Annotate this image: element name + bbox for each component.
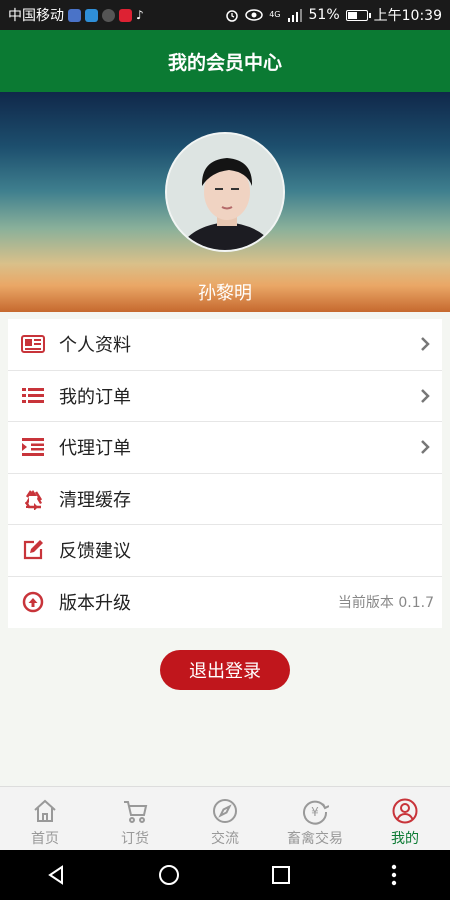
profile-card-icon bbox=[21, 332, 45, 356]
nav-label: 首页 bbox=[31, 831, 59, 847]
nav-item-home[interactable]: 首页 bbox=[0, 787, 90, 850]
nav-label: 订货 bbox=[121, 831, 149, 847]
user-icon bbox=[392, 798, 418, 824]
chevron-right-icon bbox=[421, 337, 430, 352]
system-nav-bar bbox=[0, 850, 450, 900]
battery-icon bbox=[345, 9, 371, 21]
more-options-button[interactable] bbox=[364, 855, 424, 895]
menu-item-label: 个人资料 bbox=[59, 335, 131, 357]
menu-item-label: 反馈建议 bbox=[59, 541, 131, 563]
cart-icon bbox=[124, 801, 148, 823]
home-icon bbox=[34, 799, 56, 822]
battery-percent: 51% bbox=[308, 7, 340, 23]
nav-item-livestock-trade[interactable]: ¥ 畜禽交易 bbox=[270, 787, 360, 850]
logout-button[interactable]: 退出登录 bbox=[160, 650, 290, 690]
clock: 上午10:39 bbox=[373, 8, 442, 24]
menu-item-version-upgrade[interactable]: 版本升级 当前版本 0.1.7 bbox=[8, 577, 442, 629]
notification-app-icon bbox=[119, 8, 132, 22]
page-title: 我的会员中心 bbox=[167, 51, 282, 74]
username: 孙黎明 bbox=[198, 283, 252, 304]
menu-item-label: 清理缓存 bbox=[59, 489, 131, 511]
chevron-right-icon bbox=[421, 440, 430, 455]
upgrade-icon bbox=[21, 590, 45, 614]
menu-right bbox=[416, 438, 434, 456]
network-type: 4G bbox=[269, 10, 281, 19]
menu-item-feedback[interactable]: 反馈建议 bbox=[8, 525, 442, 577]
compass-icon bbox=[213, 799, 237, 823]
nav-item-mine[interactable]: 我的 bbox=[360, 787, 450, 850]
notification-app-icon bbox=[85, 8, 98, 22]
profile-banner: 孙黎明 bbox=[0, 92, 450, 312]
chevron-right-icon bbox=[421, 388, 430, 403]
edit-icon bbox=[21, 538, 45, 562]
menu-item-label: 代理订单 bbox=[59, 438, 131, 460]
agent-order-icon bbox=[21, 435, 45, 459]
app-header: 我的会员中心 bbox=[0, 30, 450, 92]
home-button[interactable] bbox=[139, 855, 199, 895]
svg-text:¥: ¥ bbox=[311, 805, 319, 819]
eye-comfort-icon bbox=[245, 9, 263, 21]
carrier-name: 中国移动 bbox=[8, 8, 64, 24]
recents-square-icon bbox=[272, 866, 291, 884]
status-bar: 中国移动 ♪ 4G 51% 上午10:39 bbox=[0, 0, 450, 30]
menu-item-profile[interactable]: 个人资料 bbox=[8, 319, 442, 371]
menu-right: 当前版本 0.1.7 bbox=[338, 592, 434, 612]
back-button[interactable] bbox=[26, 855, 86, 895]
order-list-icon bbox=[21, 384, 45, 408]
current-version: 当前版本 0.1.7 bbox=[337, 595, 434, 612]
nav-item-community[interactable]: 交流 bbox=[180, 787, 270, 850]
menu-item-my-orders[interactable]: 我的订单 bbox=[8, 371, 442, 422]
menu-item-label: 版本升级 bbox=[59, 593, 131, 615]
nav-label: 交流 bbox=[211, 831, 239, 847]
notification-app-icon bbox=[102, 8, 115, 22]
status-right: 4G 51% 上午10:39 bbox=[225, 5, 442, 25]
avatar-photo bbox=[167, 134, 283, 250]
status-left: 中国移动 ♪ bbox=[8, 5, 144, 25]
yuan-exchange-icon: ¥ bbox=[303, 800, 329, 825]
nav-label: 畜禽交易 bbox=[287, 831, 343, 847]
nav-label: 我的 bbox=[391, 831, 419, 847]
signal-icon bbox=[287, 9, 302, 22]
notification-app-icon bbox=[68, 8, 81, 22]
battery-fill bbox=[347, 11, 357, 19]
avatar[interactable] bbox=[165, 132, 285, 252]
settings-menu: 个人资料 我的订单 代理订单 清理缓存 反馈建议 版本升级 当前版本 0.1.7 bbox=[8, 319, 442, 628]
menu-item-agent-orders[interactable]: 代理订单 bbox=[8, 422, 442, 474]
recycle-icon bbox=[21, 487, 45, 511]
back-triangle-icon bbox=[48, 865, 64, 885]
menu-item-label: 我的订单 bbox=[59, 386, 131, 408]
nav-item-order[interactable]: 订货 bbox=[90, 787, 180, 850]
bottom-nav: 首页 订货 交流 ¥ 畜禽交易 我的 bbox=[0, 786, 450, 850]
alarm-icon bbox=[226, 10, 238, 22]
more-vertical-icon bbox=[391, 864, 396, 886]
recents-button[interactable] bbox=[251, 855, 311, 895]
tiktok-icon: ♪ bbox=[136, 8, 144, 22]
menu-item-clear-cache[interactable]: 清理缓存 bbox=[8, 474, 442, 525]
home-circle-icon bbox=[158, 865, 179, 885]
menu-right bbox=[416, 387, 434, 405]
menu-right bbox=[416, 335, 434, 353]
